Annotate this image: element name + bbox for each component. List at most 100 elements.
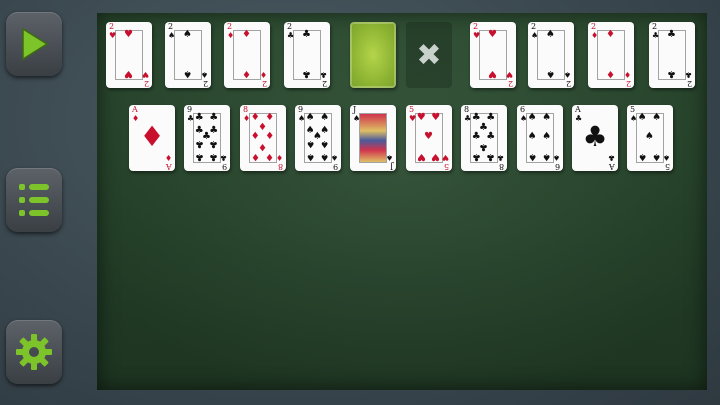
tableau-card[interactable]: 6 ♠ 6 ♠ ♠ ♠ ♠ ♠ ♠ ♠ [517,105,563,171]
card-rank: 2 [625,79,631,88]
card-pip: ♣ [302,68,311,80]
play-icon [22,27,49,61]
card-pip: ♠ [652,151,662,163]
card-suit: ♦ [164,153,172,162]
card-pip: ♠ [305,138,315,150]
tableau-card[interactable]: 9 ♠ 9 ♠ ♠ ♠ ♠ ♠ ♠ ♠ ♠ ♠ ♠ [295,105,341,171]
close-icon: ✖ [416,37,442,73]
foundation-card[interactable]: 2 ♣ 2 ♣ ♣ ♣ [649,22,695,88]
foundation-card[interactable]: 2 ♠ 2 ♠ ♠ ♠ [165,22,211,88]
card-rank: 2 [473,22,479,31]
card-rank: 5 [664,162,670,171]
card-rank: 2 [321,79,327,88]
card-rank: 8 [243,105,249,114]
gear-icon [16,334,52,370]
tableau-card[interactable]: 5 ♥ 5 ♥ ♥ ♥ ♥ ♥ ♥ [406,105,452,171]
card-rank: 2 [143,79,149,88]
card-rank: 2 [109,22,115,31]
card-pip: ♣ [667,28,676,40]
tableau-card[interactable]: J ♠ J ♠ [350,105,396,171]
card-pip: ♠ [527,111,537,123]
settings-button[interactable] [6,320,62,384]
tableau-card[interactable]: 5 ♠ 5 ♠ ♠ ♠ ♠ ♠ ♠ [627,105,673,171]
card-pip: ♥ [431,151,441,163]
card-rank: A [166,162,172,171]
card-pip: ♦ [139,120,165,153]
card-pip: ♣ [667,68,676,80]
card-pip: ♦ [242,28,251,40]
card-rank: 6 [554,162,560,171]
card-pip: ♠ [320,138,330,150]
foundation-card[interactable]: 2 ♣ 2 ♣ ♣ ♣ [284,22,330,88]
card-pip: ♠ [527,151,537,163]
card-pip: ♥ [416,151,426,163]
tableau-card[interactable]: 9 ♣ 9 ♣ ♣ ♣ ♣ ♣ ♣ ♣ ♣ ♣ ♣ [184,105,230,171]
card-rank: 8 [498,162,504,171]
stock-pile[interactable] [350,22,396,88]
card-rank: J [353,105,357,114]
card-pip: ♠ [546,68,555,80]
card-pip: ♦ [258,141,267,153]
foundation-card[interactable]: 2 ♥ 2 ♥ ♥ ♥ [106,22,152,88]
card-pip: ♠ [183,68,192,80]
card-rank: 9 [187,105,193,114]
play-button[interactable] [6,12,62,76]
card-rank: 8 [464,105,470,114]
card-rank: 8 [277,162,283,171]
card-pip: ♠ [542,131,552,142]
card-pip: ♥ [488,68,497,80]
card-rank: J [389,162,393,171]
redeal-slot[interactable]: ✖ [406,22,452,88]
card-rank: 9 [332,162,338,171]
card-pip: ♠ [637,111,647,123]
list-icon [19,184,49,216]
tableau-card[interactable]: A ♣ A ♣ ♣ [572,105,618,171]
card-pip: ♠ [527,131,537,142]
foundation-card[interactable]: 2 ♥ 2 ♥ ♥ ♥ [470,22,516,88]
card-pip: ♣ [194,151,204,163]
tableau-card[interactable]: 8 ♣ 8 ♣ ♣ ♣ ♣ ♣ ♣ ♣ ♣ ♣ [461,105,507,171]
card-pip: ♦ [242,68,251,80]
card-pip: ♣ [486,151,496,163]
card-pip: ♣ [209,111,219,123]
card-pip: ♥ [124,68,133,80]
card-pip: ♠ [542,151,552,163]
card-rank: 2 [261,79,267,88]
card-pip: ♠ [183,28,192,40]
menu-button[interactable] [6,168,62,232]
tableau-card[interactable]: 8 ♦ 8 ♦ ♦ ♦ ♦ ♦ ♦ ♦ ♦ ♦ [240,105,286,171]
card-pip: ♦ [606,68,615,80]
card-pip: ♣ [194,138,204,150]
card-suit: ♣ [607,153,615,162]
card-pip: ♥ [488,28,497,40]
card-pip: ♥ [431,111,441,123]
foundation-card[interactable]: 2 ♦ 2 ♦ ♦ ♦ [224,22,270,88]
card-rank: 5 [443,162,449,171]
card-rank: 2 [168,22,174,31]
card-suit: ♦ [132,114,140,123]
card-rank: A [609,162,615,171]
card-pip: ♠ [305,151,315,163]
card-pip: ♥ [124,28,133,40]
card-rank: 9 [298,105,304,114]
card-rank: 5 [409,105,415,114]
card-pip: ♠ [645,131,654,142]
card-rank: 2 [652,22,658,31]
card-rank: 2 [591,22,597,31]
card-pip: ♠ [305,111,315,123]
card-rank: 5 [630,105,636,114]
card-rank: 2 [686,79,692,88]
card-rank: 2 [227,22,233,31]
card-pip: ♠ [546,28,555,40]
card-rank: 2 [507,79,513,88]
card-rank: 2 [287,22,293,31]
foundation-card[interactable]: 2 ♦ 2 ♦ ♦ ♦ [588,22,634,88]
tableau-card[interactable]: A ♦ A ♦ ♦ [129,105,175,171]
card-pip: ♣ [194,111,204,123]
card-pip: ♣ [209,138,219,150]
game-table: 2 ♥ 2 ♥ ♥ ♥ 2 ♠ 2 ♠ ♠ ♠ 2 ♦ 2 ♦ ♦ ♦ 2 ♣ 2 ♣ ♣ ♣ 2 ♥ 2 ♥ ♥ ♥ 2 ♠ 2 ♠ ♠ ♠ 2 ♦ 2 ♦… [97,13,707,390]
card-pip: ♣ [479,141,488,153]
card-pip: ♠ [652,111,662,123]
foundation-card[interactable]: 2 ♠ 2 ♠ ♠ ♠ [528,22,574,88]
card-suit: ♣ [575,114,583,123]
